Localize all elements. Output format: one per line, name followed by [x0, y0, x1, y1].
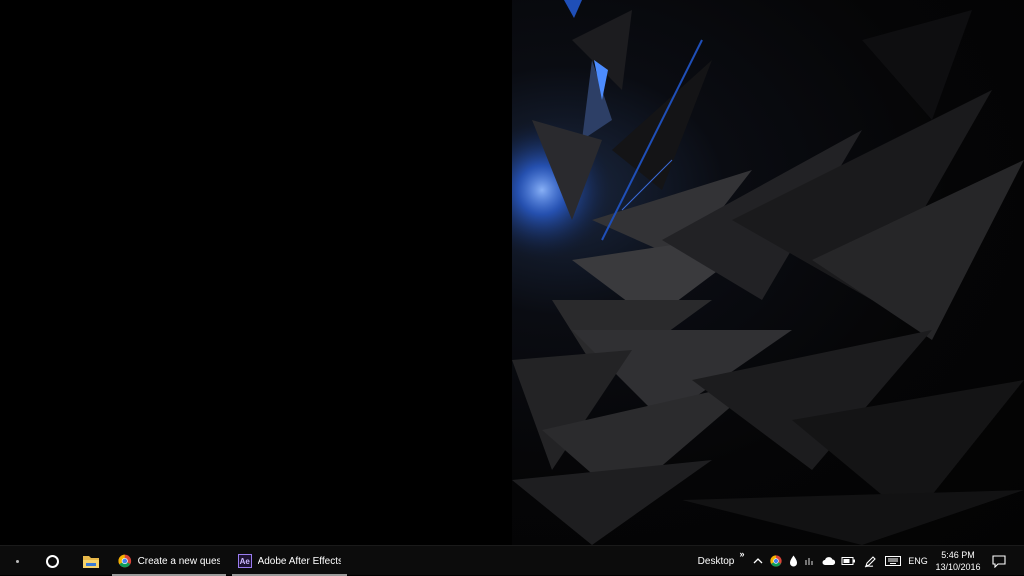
pen-icon [864, 555, 876, 567]
show-hidden-icons-button[interactable] [750, 546, 766, 576]
task-label-after-effects: Adobe After Effects... [257, 555, 341, 567]
wallpaper [512, 0, 1024, 545]
task-label-chrome: Create a new questi... [137, 555, 220, 567]
cortana-circle-icon [45, 554, 59, 568]
meter-icon [805, 558, 813, 565]
tray-touch-keyboard[interactable] [884, 546, 902, 576]
after-effects-icon: Ae [238, 554, 252, 568]
start-button[interactable] [4, 546, 30, 576]
desktop[interactable] [0, 0, 1024, 545]
action-center-button[interactable] [988, 546, 1010, 576]
toolbar-overflow-chevron[interactable]: » [736, 546, 748, 576]
tray-chrome[interactable] [768, 546, 784, 576]
black-window-pane [0, 0, 512, 545]
input-language-indicator[interactable]: ENG [906, 546, 930, 576]
tray-droplet[interactable] [785, 546, 801, 576]
action-center-icon [992, 554, 1006, 568]
wallpaper-shards [512, 0, 1024, 545]
tray-onedrive[interactable] [821, 546, 837, 576]
keyboard-icon [885, 556, 901, 566]
chrome-icon [118, 554, 132, 568]
task-button-chrome[interactable]: Create a new questi... [112, 546, 226, 576]
battery-icon [841, 557, 855, 565]
desktop-toolbar-label[interactable]: Desktop [696, 546, 736, 576]
chrome-icon [770, 555, 782, 567]
chevron-up-icon [753, 558, 763, 564]
clock[interactable]: 5:46 PM 13/10/2016 [932, 546, 984, 576]
tray-power[interactable] [840, 546, 856, 576]
clock-date: 13/10/2016 [935, 562, 981, 572]
tray-windows-ink[interactable] [862, 546, 878, 576]
folder-icon [83, 555, 99, 568]
clock-time: 5:46 PM [941, 550, 975, 560]
tray-meter[interactable] [802, 546, 818, 576]
cortana-button[interactable] [38, 546, 66, 576]
droplet-icon [789, 555, 797, 567]
task-button-after-effects[interactable]: Ae Adobe After Effects... [232, 546, 347, 576]
cloud-icon [822, 557, 836, 565]
file-explorer-button[interactable] [78, 546, 104, 576]
windows-start-icon [15, 559, 19, 563]
taskbar: Create a new questi... Ae Adobe After Ef… [0, 545, 1024, 576]
